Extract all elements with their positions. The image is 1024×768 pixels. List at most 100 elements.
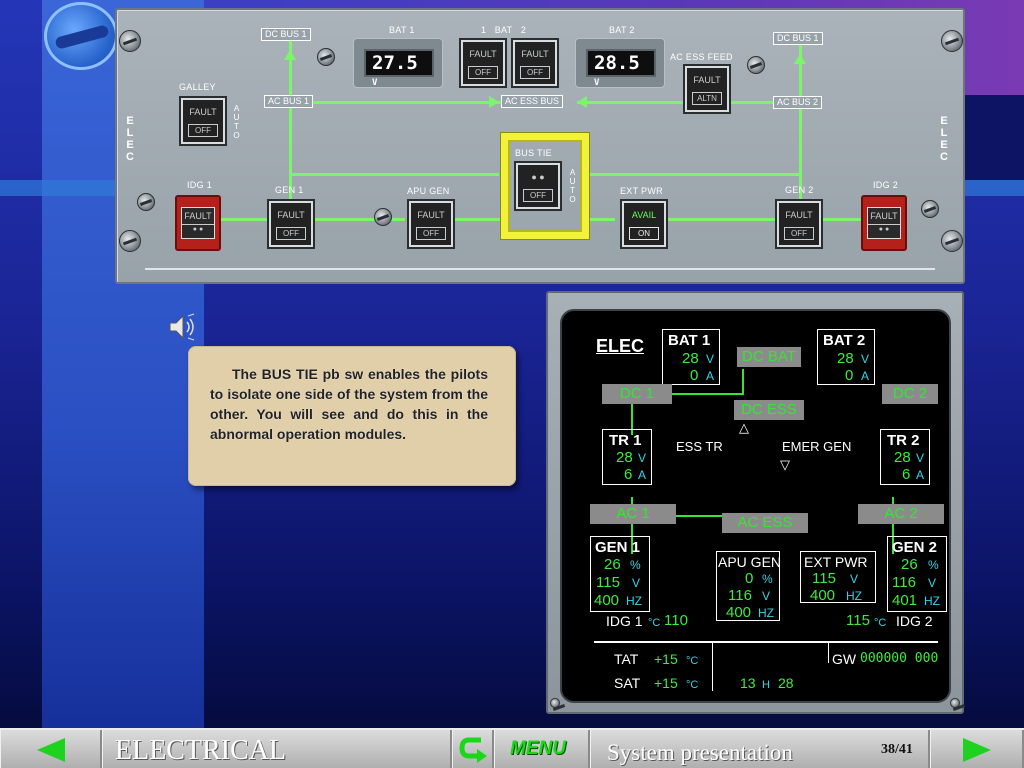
bus-tie-label: BUS TIE — [515, 148, 552, 158]
ecam-dc2-bar: DC 2 — [882, 384, 938, 404]
ecam-ess-tr-label: ESS TR — [676, 439, 723, 454]
bat-pb-label: BAT — [494, 25, 513, 35]
screw-icon — [941, 30, 963, 52]
bat-pb-1-label: 1 — [481, 25, 487, 35]
bat2-voltage: 28.5 — [594, 52, 640, 74]
apu-gen-pushbutton[interactable]: FAULT OFF — [409, 201, 453, 247]
return-button[interactable] — [452, 730, 494, 768]
ecam-ac1-bar: AC 1 — [590, 504, 676, 524]
ecam-tr2-volts: 28 — [894, 449, 911, 466]
bat1-voltage: 27.5 — [372, 52, 418, 74]
ecam-ext-pwr-label: EXT PWR — [804, 554, 868, 570]
bus-tie-pushbutton[interactable]: ● ● OFF — [516, 163, 560, 209]
galley-label: GALLEY — [179, 82, 216, 92]
idg1-guarded-pushbutton[interactable]: FAULT ● ● — [175, 195, 221, 251]
page-counter: 38/41 — [881, 742, 913, 757]
ecam-bat2-amps: 0 — [845, 367, 854, 384]
ecam-gen1-label: GEN 1 — [595, 539, 641, 556]
ecam-idg1-label: IDG 1 — [606, 613, 643, 629]
idg2-label: IDG 2 — [873, 180, 899, 190]
arrow-left-icon — [37, 738, 65, 762]
bat2-pushbutton[interactable]: FAULT OFF — [513, 40, 557, 86]
galley-auto-label: AUTO — [232, 104, 241, 140]
idg1-label: IDG 1 — [187, 180, 213, 190]
ecam-dc-bat-bar: DC BAT — [737, 347, 801, 367]
ecam-ac-ess-bar: AC ESS — [722, 513, 808, 533]
ecam-display-frame: ELEC BAT 1 28 V 0 A BAT 2 28 V 0 A DC BA… — [546, 291, 964, 714]
note-text: The BUS TIE pb sw enables the pilots to … — [210, 366, 488, 442]
elec-side-label: ELEC — [124, 115, 136, 163]
screw-icon — [921, 200, 939, 218]
ecam-gen2-label: GEN 2 — [892, 539, 938, 556]
ecam-title: ELEC — [596, 336, 645, 356]
footer-bar: ELECTRICAL MENU System presentation 38/4… — [0, 728, 1024, 768]
ecam-bat1-label: BAT 1 — [668, 332, 711, 349]
ecam-idg2-temp: 115 — [846, 612, 870, 629]
screw-icon — [747, 56, 765, 74]
screw-icon — [119, 30, 141, 52]
background-band — [960, 95, 1024, 180]
ecam-elec-page: ELEC BAT 1 28 V 0 A BAT 2 28 V 0 A DC BA… — [560, 309, 951, 703]
ecam-bat2-volts: 28 — [837, 350, 854, 367]
ecam-ac2-bar: AC 2 — [858, 504, 944, 524]
airline-logo-icon — [44, 2, 118, 70]
ecam-tr1-label: TR 1 — [609, 432, 642, 449]
speaker-icon[interactable] — [166, 312, 198, 342]
ecam-idg2-label: IDG 2 — [896, 613, 933, 629]
screw-icon — [941, 230, 963, 252]
bat-pb-2-label: 2 — [520, 25, 527, 35]
bat1-pushbutton[interactable]: FAULT OFF — [461, 40, 505, 86]
ecam-gw-value: 000000 000 — [860, 651, 939, 666]
ecam-tr1-volts: 28 — [616, 449, 633, 466]
gen2-label: GEN 2 — [785, 185, 814, 195]
ecam-emer-gen-label: EMER GEN — [782, 439, 852, 454]
gen1-pushbutton[interactable]: FAULT OFF — [269, 201, 313, 247]
ecam-time-hours: 13 — [740, 675, 756, 691]
dc-bus1-right-label: DC BUS 1 — [773, 32, 823, 45]
section-title: ELECTRICAL — [115, 735, 287, 766]
galley-pushbutton[interactable]: FAULT OFF — [181, 98, 225, 144]
ecam-apu-gen-label: APU GEN — [718, 554, 782, 570]
previous-button[interactable] — [0, 730, 102, 768]
ac-ess-feed-pushbutton[interactable]: FAULT ALTN — [685, 66, 729, 112]
apu-gen-label: APU GEN — [407, 186, 450, 196]
dc-bus1-label: DC BUS 1 — [261, 28, 311, 41]
menu-button[interactable]: MENU — [494, 730, 590, 768]
ecam-bat1-volts: 28 — [682, 350, 699, 367]
screw-icon — [137, 193, 155, 211]
ecam-tr2-label: TR 2 — [887, 432, 920, 449]
bat2-label: BAT 2 — [609, 25, 635, 35]
screw-icon — [317, 48, 335, 66]
return-arrow-icon — [459, 737, 487, 763]
screw-icon — [119, 230, 141, 252]
ecam-sat-label: SAT — [614, 675, 641, 691]
bat1-label: BAT 1 — [389, 25, 415, 35]
bat1-voltage-display: 27.5 V — [353, 38, 443, 88]
screw-icon — [550, 698, 560, 708]
bus-tie-auto-label: AUTO — [568, 168, 577, 204]
screw-icon — [374, 208, 392, 226]
ecam-time-minutes: 28 — [778, 675, 794, 691]
gen2-pushbutton[interactable]: FAULT OFF — [777, 201, 821, 247]
ecam-bat2-label: BAT 2 — [823, 332, 866, 349]
subtitle-cell: System presentation 38/41 — [590, 730, 930, 768]
triangle-up-icon: △ — [739, 420, 749, 435]
ecam-tat-value: +15 — [654, 651, 678, 667]
ecam-bat1-amps: 0 — [690, 367, 699, 384]
ecam-tr1-amps: 6 — [624, 466, 633, 483]
ext-pwr-label: EXT PWR — [620, 186, 663, 196]
ecam-sat-value: +15 — [654, 675, 678, 691]
presentation-subtitle: System presentation — [607, 740, 793, 765]
ecam-gw-label: GW — [832, 651, 857, 667]
ecam-tat-label: TAT — [614, 651, 639, 667]
ecam-idg1-temp: 110 — [664, 612, 688, 629]
gen1-label: GEN 1 — [275, 185, 304, 195]
bat2-voltage-display: 28.5 V — [575, 38, 665, 88]
explanation-note: The BUS TIE pb sw enables the pilots to … — [188, 346, 516, 486]
next-button[interactable] — [930, 730, 1024, 768]
screw-icon — [950, 698, 960, 708]
idg2-guarded-pushbutton[interactable]: FAULT ● ● — [861, 195, 907, 251]
ac-ess-bus-label: AC ESS BUS — [501, 95, 564, 108]
menu-label: MENU — [510, 738, 566, 759]
ext-pwr-pushbutton[interactable]: AVAIL ON — [622, 201, 666, 247]
